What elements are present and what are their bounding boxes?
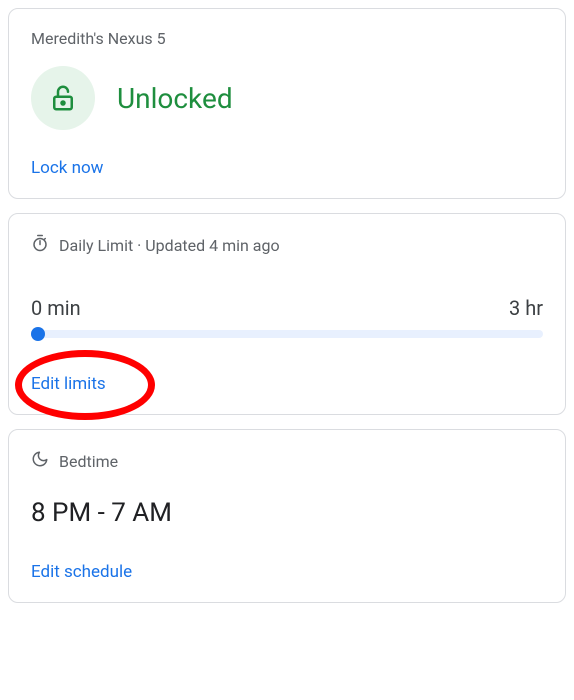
bedtime-header-text: Bedtime (59, 452, 118, 471)
used-time-label: 0 min (31, 296, 81, 320)
max-time-label: 3 hr (509, 296, 543, 320)
bedtime-range: 8 PM - 7 AM (31, 498, 543, 528)
device-title: Meredith's Nexus 5 (31, 29, 543, 48)
moon-icon (31, 450, 49, 472)
usage-progress (31, 330, 543, 338)
lock-status-row: Unlocked (31, 66, 543, 130)
daily-limit-header: Daily Limit · Updated 4 min ago (31, 234, 543, 256)
bedtime-header: Bedtime (31, 450, 543, 472)
lock-now-button[interactable]: Lock now (31, 158, 543, 178)
lock-status-label: Unlocked (117, 82, 233, 115)
daily-limit-header-text: Daily Limit · Updated 4 min ago (59, 236, 280, 255)
unlock-icon (31, 66, 95, 130)
progress-labels: 0 min 3 hr (31, 296, 543, 320)
progress-indicator (31, 327, 45, 341)
edit-schedule-button[interactable]: Edit schedule (31, 562, 543, 582)
bedtime-card: Bedtime 8 PM - 7 AM Edit schedule (8, 429, 566, 603)
device-card: Meredith's Nexus 5 Unlocked Lock now (8, 8, 566, 199)
daily-limit-card: Daily Limit · Updated 4 min ago 0 min 3 … (8, 213, 566, 415)
edit-limits-button[interactable]: Edit limits (31, 374, 543, 394)
stopwatch-icon (31, 234, 49, 256)
